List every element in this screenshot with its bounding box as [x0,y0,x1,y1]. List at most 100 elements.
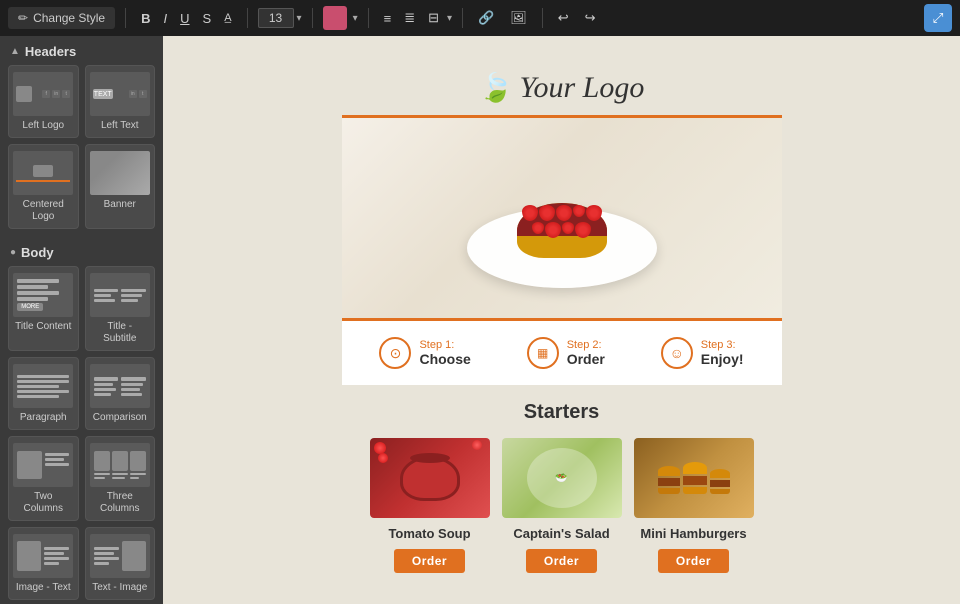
raspberry-2 [539,205,555,221]
text-image-thumb [90,534,150,578]
two-columns-label: Two Columns [13,491,74,515]
raspberry-cluster [522,205,602,238]
toolbar-divider-1 [125,8,126,28]
raspberry-4 [573,205,585,217]
bold-button[interactable]: B [136,8,155,29]
headers-grid: fint Left Logo TEXT int Left Text [0,65,163,237]
logo-section: 🍃 Your Logo [342,56,782,115]
sidebar-item-title-content[interactable]: MORE Title Content [8,266,79,351]
step-1-text: Step 1: Choose [419,339,470,367]
hero-tart [462,138,662,298]
raspberry-9 [575,222,591,238]
step-2-text: Step 2: Order [567,339,605,367]
font-size-input[interactable] [258,8,294,28]
left-logo-thumb: fint [13,72,73,116]
sidebar-item-paragraph[interactable]: Paragraph [8,357,79,430]
toolbar-divider-6 [542,8,543,28]
steps-section: ⊙ Step 1: Choose ▦ Step 2: Order ☺ [342,321,782,385]
step-2: ▦ Step 2: Order [527,337,605,369]
sidebar-item-left-text[interactable]: TEXT int Left Text [85,65,156,138]
hero-section [342,115,782,321]
main-layout: ▲ Headers fint Left Logo [0,36,960,604]
paragraph-thumb [13,364,73,408]
color-button[interactable] [323,6,347,30]
change-style-button[interactable]: ✏ Change Style [8,7,115,29]
sidebar-item-comparison[interactable]: Comparison [85,357,156,430]
title-subtitle-label: Title - Subtitle [90,321,151,345]
title-content-thumb: MORE [13,273,73,317]
comparison-thumb [90,364,150,408]
sidebar-item-banner[interactable]: Banner [85,144,156,229]
sidebar-item-text-image[interactable]: Text - Image [85,527,156,600]
strikethrough-button[interactable]: S [198,8,217,29]
starter-card-mini-hamburgers: Mini Hamburgers Order [634,438,754,573]
image-insert-button[interactable]: 🖼 [505,7,532,29]
headers-section-label: Headers [25,44,76,59]
redo-button[interactable]: ↪ [580,7,601,29]
format-section: B I U S A̲ [136,8,236,29]
sidebar-body-section: ● Body [0,237,163,266]
paragraph-label: Paragraph [20,412,67,424]
toolbar-divider-3 [312,8,313,28]
underline-button[interactable]: U [175,8,194,29]
color-dropdown-arrow: ▾ [353,13,358,24]
step-1-action: Choose [419,351,470,367]
step-3-number: Step 3: [701,339,744,351]
captains-salad-image: 🥗 [502,438,622,518]
sidebar-item-image-text[interactable]: Image - Text [8,527,79,600]
sidebar-item-left-logo[interactable]: fint Left Logo [8,65,79,138]
logo-text: Your Logo [520,71,645,105]
hero-image [342,118,782,318]
captains-salad-name: Captain's Salad [513,526,609,541]
body-section-label: Body [21,245,54,260]
email-template: 🍃 Your Logo [342,56,782,589]
tomato-soup-image [370,438,490,518]
tomato-soup-name: Tomato Soup [388,526,470,541]
three-columns-label: Three Columns [90,491,151,515]
left-text-thumb: TEXT int [90,72,150,116]
three-columns-thumb [90,443,150,487]
color-marker-button[interactable]: A̲ [219,9,236,27]
list-section: ≡ ≣ ⊟ ▾ [379,7,452,29]
centered-logo-thumb [13,151,73,195]
image-text-label: Image - Text [16,582,71,594]
step-3-icon: ☺ [661,337,693,369]
italic-button[interactable]: I [159,8,173,29]
undo-button[interactable]: ↩ [553,7,574,29]
sidebar-item-title-subtitle[interactable]: Title - Subtitle [85,266,156,351]
text-image-label: Text - Image [92,582,147,594]
step-1-number: Step 1: [419,339,470,351]
banner-thumb [90,151,150,195]
captains-salad-order-button[interactable]: Order [526,549,597,573]
centered-logo-label: Centered Logo [13,199,74,223]
step-2-action: Order [567,351,605,367]
tomato-soup-order-button[interactable]: Order [394,549,465,573]
font-size-arrow: ▾ [297,13,302,24]
body-collapse-arrow[interactable]: ● [10,247,16,258]
starters-grid: Tomato Soup Order 🥗 Captain's Salad Orde… [342,438,782,573]
title-content-label: Title Content [15,321,71,333]
link-button[interactable]: 🔗 [473,7,499,29]
toolbar-divider-5 [462,8,463,28]
align-button[interactable]: ⊟ [423,7,444,29]
toolbar: ✏ Change Style B I U S A̲ ▾ ▾ ≡ ≣ ⊟ ▾ 🔗 … [0,0,960,36]
sidebar-item-two-columns[interactable]: Two Columns [8,436,79,521]
sidebar: ▲ Headers fint Left Logo [0,36,163,604]
left-logo-label: Left Logo [22,120,64,132]
unordered-list-button[interactable]: ≡ [379,8,397,29]
raspberry-8 [562,222,574,234]
mini-hamburgers-order-button[interactable]: Order [658,549,729,573]
starters-title: Starters [342,401,782,424]
step-3: ☺ Step 3: Enjoy! [661,337,744,369]
sidebar-item-three-columns[interactable]: Three Columns [85,436,156,521]
sidebar-item-centered-logo[interactable]: Centered Logo [8,144,79,229]
starter-card-tomato-soup: Tomato Soup Order [370,438,490,573]
content-area: 🍃 Your Logo [163,36,960,604]
ordered-list-button[interactable]: ≣ [399,7,420,29]
step-3-action: Enjoy! [701,351,744,367]
soup-bowl [400,456,460,501]
body-grid: MORE Title Content [0,266,163,604]
headers-collapse-arrow[interactable]: ▲ [10,46,20,57]
expand-button[interactable]: ⤢ [924,4,952,32]
change-style-label: Change Style [33,11,105,25]
